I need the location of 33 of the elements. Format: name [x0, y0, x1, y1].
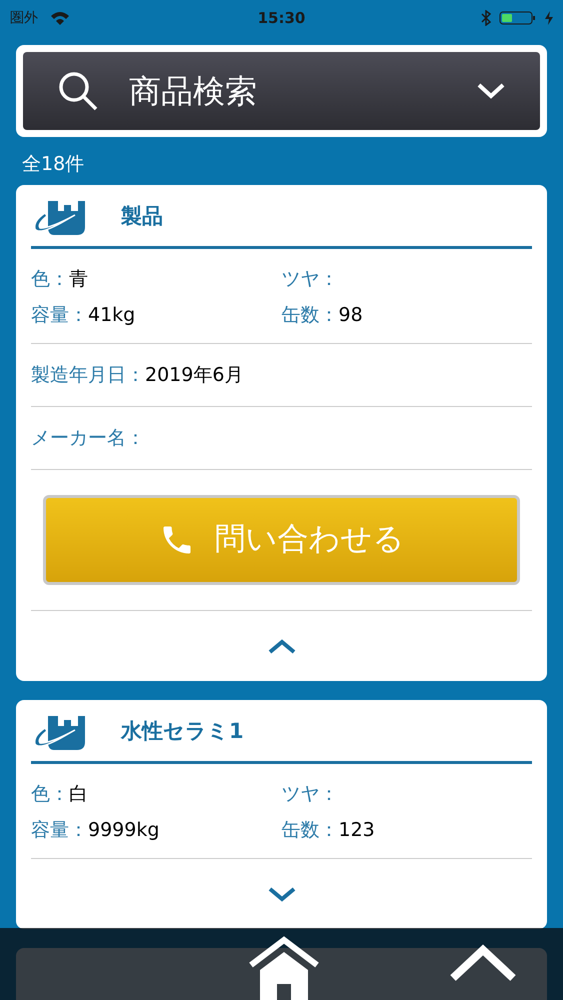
battery-icon — [499, 10, 537, 26]
field-label: ツヤ： — [282, 782, 338, 806]
field-label: 缶数： — [282, 302, 338, 328]
field-label: 色： — [31, 782, 69, 806]
product-title: 製品 — [121, 203, 163, 230]
field-label: 容量： — [31, 818, 88, 842]
wifi-icon — [50, 11, 70, 25]
expand-chevron-icon[interactable] — [266, 886, 296, 902]
home-icon[interactable] — [248, 934, 320, 1000]
field-label: 缶数： — [282, 818, 338, 842]
field-label: 製造年月日： — [31, 362, 145, 388]
field-label: 容量： — [31, 302, 88, 328]
field-value: 9999kg — [88, 818, 160, 842]
scroll-top-icon[interactable] — [450, 942, 516, 982]
field-label: 色： — [31, 266, 69, 292]
search-icon — [57, 70, 99, 112]
collapse-chevron-icon[interactable] — [266, 638, 296, 654]
carrier-text: 圏外 — [10, 8, 38, 28]
clock-text: 15:30 — [258, 8, 306, 29]
field-value: 白 — [69, 782, 88, 806]
chevron-down-icon — [476, 82, 506, 100]
field-value: 123 — [338, 818, 375, 842]
product-title: 水性セラミ1 — [121, 718, 244, 746]
search-dropdown[interactable]: 商品検索 — [23, 52, 540, 130]
charging-icon — [545, 11, 553, 25]
field-value: 青 — [69, 266, 88, 292]
field-value: 2019年6月 — [145, 362, 244, 388]
field-label: メーカー名： — [31, 426, 145, 450]
field-value: 98 — [338, 302, 363, 328]
field-label: ツヤ： — [282, 266, 338, 292]
bluetooth-icon — [481, 10, 491, 26]
result-count: 全18件 — [21, 152, 86, 177]
field-value: 41kg — [88, 302, 136, 328]
